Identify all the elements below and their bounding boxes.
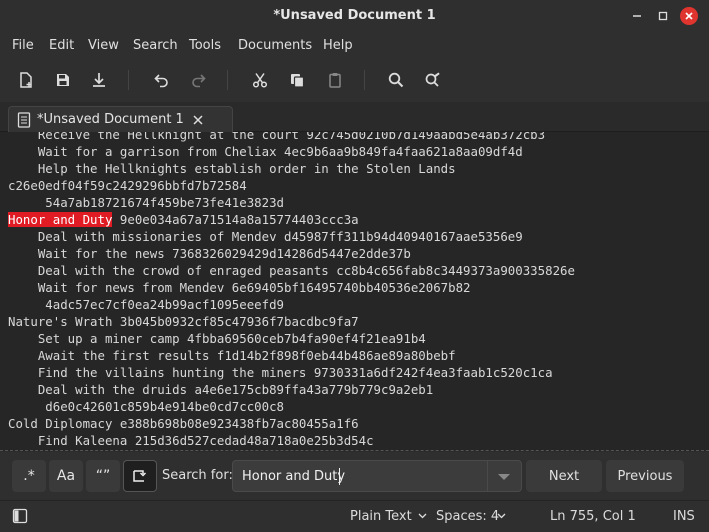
cursor-position: Ln 755, Col 1 xyxy=(550,509,636,524)
close-button[interactable] xyxy=(680,7,698,25)
editor-line: Wait for news from Mendev 6e69405bf16495… xyxy=(8,280,471,295)
editor-line: Nature's Wrath 3b045b0932cf85c47936f7bac… xyxy=(8,314,359,329)
chevron-down-icon xyxy=(497,513,506,519)
minimize-icon xyxy=(633,15,641,17)
cut-icon xyxy=(252,73,268,88)
menu-file[interactable]: File xyxy=(12,38,34,53)
editor-line: Cold Diplomacy e388b698b08e923438fb7ac80… xyxy=(8,416,359,431)
wrap-around-icon xyxy=(133,470,147,482)
toolbar-separator xyxy=(364,70,365,90)
side-panel-icon[interactable] xyxy=(12,508,28,524)
cut-button[interactable] xyxy=(248,68,272,92)
menu-view[interactable]: View xyxy=(88,38,119,53)
toolbar-separator xyxy=(227,70,228,90)
window-title: *Unsaved Document 1 xyxy=(273,8,436,23)
editor-line: 4adc57ec7cf0ea24b99acf1095eeefd9 xyxy=(8,297,285,312)
editor-line: Deal with missionaries of Mendev d45987f… xyxy=(8,229,523,244)
regex-toggle-button[interactable]: .* xyxy=(12,460,46,492)
copy-icon xyxy=(291,74,305,88)
chevron-down-icon xyxy=(418,513,427,519)
toolbar-separator xyxy=(128,70,129,90)
editor-line: Find the villains hunting the miners 973… xyxy=(8,365,553,380)
regex-label: .* xyxy=(23,468,35,484)
document-icon xyxy=(17,112,31,128)
line-text: 9e0e034a67a71514a8a15774403ccc3a xyxy=(112,212,359,227)
previous-label: Previous xyxy=(617,468,673,484)
editor-line: Deal with the druids a4e6e175cb89ffa43a7… xyxy=(8,382,434,397)
editor-line: d6e0c42601c859b4e914be0cd7cc00c8 xyxy=(8,399,285,414)
redo-button[interactable] xyxy=(186,68,210,92)
editor-line: 54a7ab18721674f459be73fe41e3823d xyxy=(8,195,285,210)
search-input[interactable]: Honor and Duty xyxy=(232,460,522,492)
undo-icon xyxy=(154,74,168,88)
whole-word-label: “” xyxy=(95,468,111,484)
redo-icon xyxy=(192,74,206,88)
whole-word-button[interactable]: “” xyxy=(86,460,120,492)
menu-edit[interactable]: Edit xyxy=(49,38,74,53)
search-match-highlight: Honor and Duty xyxy=(8,212,113,227)
menu-tools[interactable]: Tools xyxy=(189,38,221,53)
text-editor[interactable]: Receive the Hellknight at the court 92c7… xyxy=(0,132,709,451)
new-document-button[interactable] xyxy=(14,68,38,92)
close-tab-icon[interactable] xyxy=(189,111,207,129)
wrap-around-button[interactable] xyxy=(123,460,157,492)
editor-line: Honor and Duty 9e0e034a67a71514a8a157744… xyxy=(8,211,708,228)
syntax-selector[interactable]: Plain Text xyxy=(350,509,412,524)
search-input-value: Honor and Duty xyxy=(242,469,346,484)
replace-icon xyxy=(425,72,440,87)
maximize-button[interactable] xyxy=(654,7,672,25)
tab-bar: *Unsaved Document 1 xyxy=(0,102,709,132)
next-button[interactable]: Next xyxy=(526,460,602,492)
next-label: Next xyxy=(548,468,580,484)
chevron-down-icon[interactable] xyxy=(495,470,513,484)
tab-unsaved-document[interactable]: *Unsaved Document 1 xyxy=(8,106,233,132)
search-label: Search for: xyxy=(162,468,233,483)
minimize-button[interactable] xyxy=(628,7,646,25)
editor-line: c26e0edf04f59c2429296bbfd7b72584 xyxy=(8,178,247,193)
previous-button[interactable]: Previous xyxy=(606,460,684,492)
toolbar xyxy=(0,58,709,102)
insert-mode: INS xyxy=(673,509,695,524)
status-bar: Plain Text Spaces: 4 Ln 755, Col 1 INS xyxy=(0,500,709,532)
editor-line: Help the Hellknights establish order in … xyxy=(8,161,456,176)
editor-line: Wait for the news 7368326029429d14286d54… xyxy=(8,246,411,261)
undo-button[interactable] xyxy=(150,68,174,92)
paste-icon xyxy=(329,73,341,88)
text-caret xyxy=(339,468,340,485)
new-document-icon xyxy=(20,72,32,88)
match-case-button[interactable]: Aa xyxy=(49,460,83,492)
tab-label: *Unsaved Document 1 xyxy=(37,112,184,127)
replace-button[interactable] xyxy=(421,68,445,92)
save-icon xyxy=(57,74,69,86)
maximize-icon xyxy=(658,11,668,21)
editor-line: Deal with the crowd of enraged peasants … xyxy=(8,263,575,278)
find-button[interactable] xyxy=(384,68,408,92)
paste-button[interactable] xyxy=(323,68,347,92)
editor-line: Receive the Hellknight at the court 92c7… xyxy=(8,132,546,142)
menu-help[interactable]: Help xyxy=(323,38,353,53)
indent-selector[interactable]: Spaces: 4 xyxy=(436,509,499,524)
editor-line: Await the first results f1d14b2f898f0eb4… xyxy=(8,348,456,363)
match-case-label: Aa xyxy=(56,468,76,484)
editor-line: Set up a miner camp 4fbba69560ceb7b4fa90… xyxy=(8,331,426,346)
title-bar: *Unsaved Document 1 xyxy=(0,0,709,32)
dropdown-separator xyxy=(487,461,488,491)
download-button[interactable] xyxy=(87,68,111,92)
copy-button[interactable] xyxy=(285,68,309,92)
search-icon xyxy=(388,72,404,88)
editor-line: Wait for a garrison from Cheliax 4ec9b6a… xyxy=(8,144,523,159)
menu-bar: File Edit View Search Tools Documents He… xyxy=(0,32,709,58)
download-icon xyxy=(93,73,105,87)
save-button[interactable] xyxy=(51,68,75,92)
menu-search[interactable]: Search xyxy=(133,38,178,53)
editor-line: Find Kaleena 215d36d527cedad48a718a0e25b… xyxy=(8,433,374,448)
close-icon xyxy=(685,12,693,20)
editor-lines: Receive the Hellknight at the court 92c7… xyxy=(8,132,708,449)
search-bar: .* Aa “” Search for: Honor and Duty Next… xyxy=(0,452,709,500)
menu-documents[interactable]: Documents xyxy=(238,38,312,53)
